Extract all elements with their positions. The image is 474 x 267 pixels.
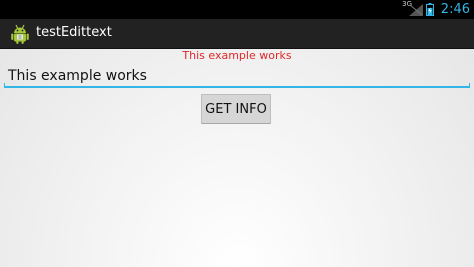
signal-icon	[408, 3, 423, 16]
app-title: testEdittext	[36, 25, 112, 40]
edit-text-tick-right	[469, 83, 470, 88]
status-time: 2:46	[440, 2, 470, 17]
battery-icon	[425, 3, 434, 16]
action-bar: testEdittext	[0, 19, 474, 49]
get-info-button[interactable]: GET INFO	[201, 94, 271, 124]
edit-text-underline	[4, 86, 470, 88]
status-icons: 2:46	[408, 0, 470, 19]
edit-text-value[interactable]: This example works	[8, 68, 147, 84]
echo-text-label: This example works	[182, 49, 292, 62]
edit-text-field[interactable]: This example works	[4, 66, 470, 88]
status-bar: 3G 2:46	[0, 0, 474, 19]
edit-text-tick-left	[4, 83, 5, 88]
android-icon	[11, 24, 29, 44]
